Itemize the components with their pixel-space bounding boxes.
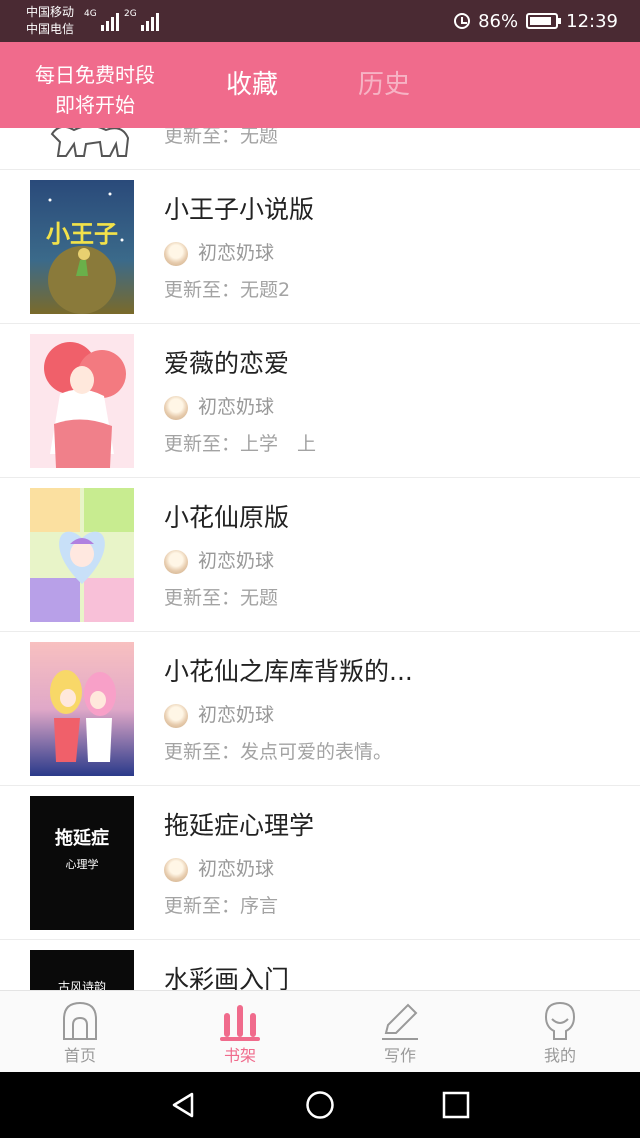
author-avatar xyxy=(164,242,188,266)
bookshelf-list[interactable]: 更新至：无题 小王子 小王子小说版 初恋奶球 更新至：无题2 爱薇的恋爱 初恋奶… xyxy=(0,128,640,990)
book-update: 更新至：无题2 xyxy=(164,279,291,301)
book-item[interactable]: 爱薇的恋爱 初恋奶球 更新至：上学 上 xyxy=(0,324,640,478)
carrier-1: 中国移动 xyxy=(26,5,75,19)
nav-home-label: 首页 xyxy=(63,1046,96,1065)
nav-profile-label: 我的 xyxy=(543,1046,576,1065)
status-right: 86% 12:39 xyxy=(454,8,618,34)
book-cover xyxy=(30,334,134,468)
nav-write[interactable]: 写作 xyxy=(320,991,480,1073)
nav-bookshelf-label: 书架 xyxy=(223,1046,256,1065)
alarm-icon xyxy=(454,13,471,29)
cover-subtitle: 心理学 xyxy=(65,858,99,871)
home-icon xyxy=(63,1001,97,1040)
battery-icon xyxy=(526,13,562,29)
book-update: 更新至：上学 上 xyxy=(164,433,317,455)
author-avatar xyxy=(164,396,188,420)
nav-write-label: 写作 xyxy=(383,1046,416,1065)
author-avatar xyxy=(164,858,188,882)
home-button-icon[interactable] xyxy=(305,1090,335,1120)
tab-history[interactable]: 历史 xyxy=(358,67,410,103)
bottom-tab-bar: 首页 书架 写作 我的 xyxy=(0,990,640,1073)
book-item[interactable]: 更新至：无题 xyxy=(0,128,640,170)
cover-title: 小王子 xyxy=(46,220,118,248)
promo-line-2: 即将开始 xyxy=(55,93,135,117)
header: 每日免费时段 即将开始 收藏 历史 xyxy=(0,42,640,128)
book-author: 初恋奶球 xyxy=(198,704,275,726)
nav-profile[interactable]: 我的 xyxy=(480,991,640,1073)
book-title: 小王子小说版 xyxy=(164,195,315,224)
signal-4g-icon: 4G xyxy=(84,9,119,31)
status-bar: 中国移动 中国电信 4G 2G 86% 12:39 xyxy=(0,0,640,42)
book-title: 小花仙之库库背叛的... xyxy=(164,657,413,686)
book-title: 水彩画入门 xyxy=(164,965,290,990)
nav-home[interactable]: 首页 xyxy=(0,991,160,1073)
tab-favorites[interactable]: 收藏 xyxy=(226,67,278,103)
book-item[interactable]: 拖延症 心理学 拖延症心理学 初恋奶球 更新至：序言 xyxy=(0,786,640,940)
book-item[interactable]: 古风诗韵 水彩画入门 xyxy=(0,940,640,990)
pencil-icon xyxy=(382,1003,418,1040)
book-author: 初恋奶球 xyxy=(198,396,275,418)
book-cover xyxy=(30,488,134,622)
book-update: 更新至：序言 xyxy=(164,895,279,917)
book-cover: 古风诗韵 xyxy=(30,950,134,990)
back-icon[interactable] xyxy=(170,1091,198,1119)
book-cover: 小王子 xyxy=(30,180,134,314)
system-nav-bar xyxy=(0,1072,640,1138)
profile-icon xyxy=(544,1001,576,1040)
network-type-2: 2G xyxy=(124,9,137,19)
promo-line-1: 每日免费时段 xyxy=(35,63,155,87)
book-cover: 拖延症 心理学 xyxy=(30,796,134,930)
book-item[interactable]: 小花仙之库库背叛的... 初恋奶球 更新至：发点可爱的表情。 xyxy=(0,632,640,786)
nav-bookshelf[interactable]: 书架 xyxy=(160,991,320,1073)
carrier-info: 中国移动 中国电信 xyxy=(26,4,74,38)
book-title: 爱薇的恋爱 xyxy=(164,349,290,378)
book-title: 拖延症心理学 xyxy=(164,811,315,840)
book-item[interactable]: 小王子 小王子小说版 初恋奶球 更新至：无题2 xyxy=(0,170,640,324)
book-update: 更新至：发点可爱的表情。 xyxy=(164,741,393,763)
network-type-1: 4G xyxy=(84,9,97,19)
book-cover xyxy=(30,642,134,776)
author-avatar xyxy=(164,550,188,574)
book-item[interactable]: 小花仙原版 初恋奶球 更新至：无题 xyxy=(0,478,640,632)
book-title: 小花仙原版 xyxy=(164,503,290,532)
cover-title: 古风诗韵 xyxy=(57,980,106,990)
free-period-banner[interactable]: 每日免费时段 即将开始 xyxy=(20,60,170,120)
author-avatar xyxy=(164,704,188,728)
signal-2g-icon: 2G xyxy=(124,9,159,31)
book-cover xyxy=(30,128,134,160)
cover-title: 拖延症 xyxy=(55,828,109,849)
book-update: 更新至：无题 xyxy=(164,128,279,147)
carrier-2: 中国电信 xyxy=(26,22,75,36)
book-author: 初恋奶球 xyxy=(198,858,275,880)
book-update: 更新至：无题 xyxy=(164,587,279,609)
book-author: 初恋奶球 xyxy=(198,242,275,264)
book-author: 初恋奶球 xyxy=(198,550,275,572)
battery-percent: 86% xyxy=(478,10,519,32)
recent-apps-icon[interactable] xyxy=(442,1091,470,1119)
bookshelf-icon xyxy=(220,1005,260,1041)
clock: 12:39 xyxy=(566,10,618,32)
